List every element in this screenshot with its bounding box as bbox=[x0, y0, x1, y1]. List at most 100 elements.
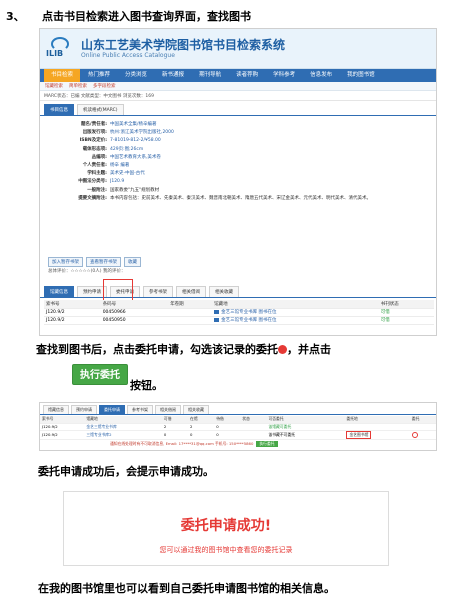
record-field-value[interactable]: 7-81019-812-2/¥58.00 bbox=[110, 137, 161, 145]
holding-tabs: 馆藏信息 预约申请 委托申请 参考书架 相关借阅 相关收藏 bbox=[40, 286, 436, 298]
catalogue-screenshot: ILIB 山东工艺美术学院图书馆书目检索系统 Online Public Acc… bbox=[39, 28, 437, 336]
tab-marc[interactable]: 机读格式(MARC) bbox=[77, 104, 124, 115]
ilib-logo: ILIB bbox=[46, 37, 76, 61]
nav-item-subject[interactable]: 学科参考 bbox=[266, 69, 302, 82]
record-field: 一般附注: 国家教委"九五"规划教材 bbox=[40, 187, 436, 195]
tab-holdings[interactable]: 馆藏信息 bbox=[44, 286, 74, 297]
record-field: 个人责任者: 杨辛 编著 bbox=[40, 162, 436, 170]
record-field: ISBN及定价: 7-81019-812-2/¥58.00 bbox=[40, 137, 436, 145]
record-field-label: 载体形态项: bbox=[82, 146, 107, 152]
tab-reference[interactable]: 参考书架 bbox=[127, 405, 153, 414]
nav-item-category[interactable]: 分类浏览 bbox=[118, 69, 154, 82]
tab-related-collect[interactable]: 相关收藏 bbox=[183, 405, 209, 414]
record-field: 中图法分类号: J120.9 bbox=[40, 178, 436, 186]
tab-bibliographic[interactable]: 书目信息 bbox=[44, 104, 74, 115]
tab-related-borrow[interactable]: 相关借阅 bbox=[155, 405, 181, 414]
nav-item-newbooks[interactable]: 新书通报 bbox=[155, 69, 191, 82]
record-field: 载体形态项: 429页:图;26cm bbox=[40, 146, 436, 154]
record-field-label: 丛编项: bbox=[91, 154, 107, 160]
step-heading: 3、 点击书目检索进入图书查询界面，查找图书 bbox=[6, 8, 251, 24]
record-field: 出版发行项: 杭州:浙江美术学院出版社,2000 bbox=[40, 129, 436, 137]
location-link[interactable]: 金艺三馆专业书库 图书在位 bbox=[212, 308, 379, 317]
subnav-item[interactable]: 多字段检索 bbox=[93, 83, 116, 89]
tab-holdings[interactable]: 馆藏信息 bbox=[43, 405, 69, 414]
record-actions: 加入暂存书架 查看暂存书架 收藏 bbox=[48, 257, 141, 267]
record-field-value[interactable]: 杨辛 编著 bbox=[110, 162, 129, 170]
step-number: 3、 bbox=[6, 10, 25, 23]
instruction-success: 委托申请成功后，会提示申请成功。 bbox=[38, 465, 214, 478]
success-screenshot: 委托申请成功! 您可以通过我的图书馆中查看您的委托记录 bbox=[63, 491, 389, 566]
table-row: J120.9/2 金艺三馆专业书库 2 2 0 该馆藏可委托 bbox=[40, 423, 436, 431]
table-row: J120.9/2 三馆专业书库2 0 0 0 该书藏不可委托 金艺图书馆 bbox=[40, 430, 436, 440]
instruction-request: 查找到图书后，点击委托申请，勾选该记录的委托 ，并点击 bbox=[36, 343, 331, 356]
tab-reference[interactable]: 参考书架 bbox=[143, 286, 173, 297]
view-shelf-button[interactable]: 查看暂存书架 bbox=[86, 257, 121, 267]
sub-nav: 馆藏检索 简单检索 多字段检索 bbox=[40, 82, 436, 91]
record-field-label: ISBN及定价: bbox=[79, 138, 107, 144]
record-tabs: 书目信息 机读格式(MARC) bbox=[40, 101, 436, 116]
record-details: 题名/责任者: 中国美术全集/杨辛编著 出版发行项: 杭州:浙江美术学院出版社,200… bbox=[40, 116, 436, 203]
instruction-mylibrary: 在我的图书馆里也可以看到自己委托申请图书馆的相关信息。 bbox=[38, 582, 335, 595]
location-link[interactable]: 金艺三馆专业书库 图书在位 bbox=[212, 316, 379, 325]
table-row: J120.9/2 00450966 金艺三馆专业书库 图书在位 可借 bbox=[44, 308, 434, 317]
record-field: 学科主题: 美术史-中国-古代 bbox=[40, 170, 436, 178]
execute-request-button-small[interactable]: 执行委托 bbox=[256, 440, 278, 447]
nav-item-mylibrary[interactable]: 我的图书馆 bbox=[340, 69, 382, 82]
main-nav: 书目检索 热门推荐 分类浏览 新书通报 期刊导航 读者荐购 学科参考 信息发布 … bbox=[40, 69, 436, 82]
record-field-value[interactable]: 中国美术全集/杨辛编著 bbox=[110, 121, 157, 129]
record-field-label: 一般附注: bbox=[87, 187, 107, 193]
request-screenshot: 馆藏信息 预约申请 委托申请 参考书架 相关借阅 相关收藏 索书号 馆藏地 可借… bbox=[39, 402, 437, 451]
request-radio[interactable] bbox=[411, 431, 418, 438]
catalogue-subtitle: Online Public Access Catalogue bbox=[81, 52, 175, 59]
tab-reserve[interactable]: 预约申请 bbox=[71, 405, 97, 414]
success-title: 委托申请成功! bbox=[180, 518, 272, 534]
subnav-item[interactable]: 简单检索 bbox=[69, 83, 87, 89]
table-row: J120.9/2 00450950 金艺三馆专业书库 图书在位 可借 bbox=[44, 316, 434, 325]
record-field-value[interactable]: J120.9 bbox=[110, 178, 124, 186]
record-field-label: 题名/责任者: bbox=[81, 122, 107, 127]
instruction-button-suffix: 按钮。 bbox=[130, 379, 163, 392]
col-volume: 年卷期 bbox=[168, 300, 213, 309]
nav-item-search[interactable]: 书目检索 bbox=[44, 69, 81, 82]
record-field: 提要文摘附注: 本书内容包括：史前美术、先秦美术、秦汉美术、魏晋南北朝美术、隋唐五… bbox=[40, 195, 436, 203]
record-field-label: 学科主题: bbox=[87, 171, 107, 177]
record-field-label: 提要文摘附注: bbox=[78, 195, 107, 201]
record-field-label: 个人责任者: bbox=[82, 163, 107, 169]
nav-item-recommend[interactable]: 读者荐购 bbox=[229, 69, 265, 82]
add-shelf-button[interactable]: 加入暂存书架 bbox=[48, 257, 83, 267]
holdings-table: 索书号 条码号 年卷期 馆藏地 书刊状态 J120.9/2 00450966 金… bbox=[44, 300, 434, 325]
request-table: 索书号 馆藏地 可借 在馆 待借 状态 可否委托 委托地 委托 J120.9/2… bbox=[40, 416, 436, 440]
request-note: 通知在线处理时有不可取消信息, Email: 17****31@qq.com 手… bbox=[40, 440, 436, 448]
col-callno: 索书号 bbox=[44, 300, 101, 309]
record-field-value[interactable]: 429页:图;26cm bbox=[110, 146, 143, 154]
favorite-button[interactable]: 收藏 bbox=[124, 257, 141, 267]
record-field: 题名/责任者: 中国美术全集/杨辛编著 bbox=[40, 121, 436, 129]
request-tab-highlight bbox=[103, 279, 133, 301]
record-field-value[interactable]: 杭州:浙江美术学院出版社,2000 bbox=[110, 129, 174, 137]
record-field: 丛编项: 中国艺术教育大系,美术卷 bbox=[40, 154, 436, 162]
catalogue-title: 山东工艺美术学院图书馆书目检索系统 bbox=[81, 38, 286, 52]
record-field-value[interactable]: 中国艺术教育大系,美术卷 bbox=[110, 154, 161, 162]
record-field-value[interactable]: 美术史-中国-古代 bbox=[110, 170, 145, 178]
tab-related-borrow[interactable]: 相关借阅 bbox=[176, 286, 206, 297]
col-location: 馆藏地 bbox=[212, 300, 379, 309]
execute-request-button[interactable]: 执行委托 bbox=[72, 364, 128, 385]
nav-item-journals[interactable]: 期刊导航 bbox=[192, 69, 228, 82]
tab-request[interactable]: 委托申请 bbox=[99, 405, 125, 414]
col-barcode: 条码号 bbox=[100, 300, 169, 309]
catalogue-header: ILIB 山东工艺美术学院图书馆书目检索系统 Online Public Acc… bbox=[40, 29, 436, 69]
record-field-label: 出版发行项: bbox=[82, 130, 107, 136]
request-tabs: 馆藏信息 预约申请 委托申请 参考书架 相关借阅 相关收藏 bbox=[40, 403, 436, 415]
col-status: 书刊状态 bbox=[378, 300, 434, 309]
step-heading-text: 点击书目检索进入图书查询界面，查找图书 bbox=[42, 10, 251, 23]
tab-related-collect[interactable]: 相关收藏 bbox=[209, 286, 239, 297]
subnav-item[interactable]: 馆藏检索 bbox=[45, 83, 63, 89]
success-subtitle: 您可以通过我的图书馆中查看您的委托记录 bbox=[159, 546, 293, 554]
request-location-select[interactable]: 金艺图书馆 bbox=[346, 430, 372, 439]
marc-status-bar: MARC状态：已编 文献类型：中文图书 浏览次数：169 bbox=[40, 91, 436, 101]
rating-text: 总体评价：☆☆☆☆☆(0人) 我的评价： bbox=[48, 269, 126, 274]
nav-item-news[interactable]: 信息发布 bbox=[303, 69, 339, 82]
record-field-label: 中图法分类号: bbox=[78, 179, 107, 185]
nav-item-hot[interactable]: 热门推荐 bbox=[81, 69, 117, 82]
record-field-value: 国家教委"九五"规划教材 bbox=[110, 187, 160, 193]
